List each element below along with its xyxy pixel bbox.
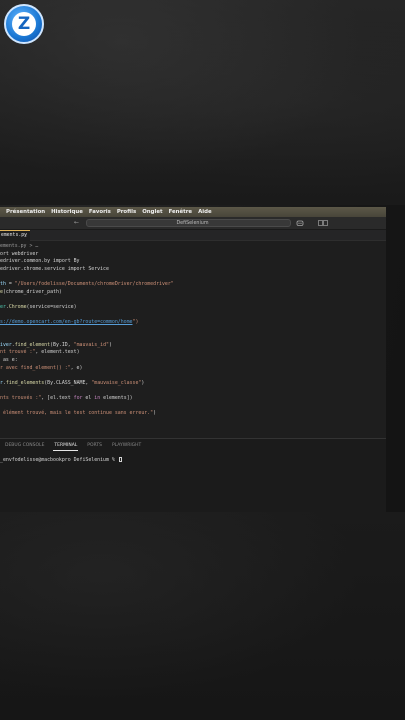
menu-item-presentation[interactable]: Présentation <box>6 209 45 215</box>
bottom-panel: DEBUG CONSOLE TERMINAL PORTS PLAYWRIGHT … <box>0 438 386 512</box>
code-line: ort webdriver <box>0 251 38 258</box>
code-token: edriver.chrome.service import Service <box>0 265 109 272</box>
search-icon <box>168 221 174 236</box>
code-line: s://demo.opencart.com/en-gb?route=common… <box>0 319 138 326</box>
code-line: th = "/Users/fodelisse/Documents/chromeD… <box>0 281 174 288</box>
code-token: find_element <box>14 341 51 348</box>
tab-playwright[interactable]: PLAYWRIGHT <box>107 441 146 451</box>
code-token: ements.py > … <box>0 243 39 249</box>
menu-item-favorites[interactable]: Favoris <box>89 209 111 215</box>
terminal-cursor <box>118 457 122 462</box>
code-token: edriver.common.by import By <box>0 258 80 265</box>
code-token: as e: <box>0 357 18 363</box>
copilot-icon[interactable] <box>296 219 304 227</box>
menu-item-history[interactable]: Historique <box>51 209 83 215</box>
code-line: edriver.common.by import By <box>0 258 80 265</box>
title-bar: ← → DefiSelenium <box>0 217 386 236</box>
code-token: , e) <box>70 364 83 371</box>
code-token: "mauvais_id" <box>73 341 109 348</box>
code-token: Chrome <box>8 303 27 310</box>
code-line: élément trouvé, mais le test continue sa… <box>0 410 156 417</box>
blurred-background-bottom <box>0 512 405 720</box>
close-icon[interactable]: × <box>24 231 27 241</box>
code-line: r avec find_element() :", e) <box>0 365 82 372</box>
logo-letter: Z <box>17 14 31 34</box>
code-line: iver.find_element(By.ID, "mauvais_id") <box>0 342 112 349</box>
code-line: as e: <box>0 357 18 364</box>
panel-tabs: DEBUG CONSOLE TERMINAL PORTS PLAYWRIGHT <box>0 441 146 451</box>
code-line: edriver.chrome.service import Service <box>0 266 109 273</box>
code-line: nts trouvés :", [el.text for el in eleme… <box>0 395 133 402</box>
code-line: er.Chrome(service=service) <box>0 304 77 311</box>
menu-bar: Présentation Historique Favoris Profils … <box>0 207 386 217</box>
code-token: elements]) <box>100 395 133 401</box>
code-line: nt trouvé :", element.text) <box>0 349 80 356</box>
tab-terminal[interactable]: TERMINAL <box>49 441 82 451</box>
blurred-background-top <box>0 0 405 205</box>
code-line: r.find_elements(By.CLASS_NAME, "mauvaise… <box>0 380 144 387</box>
menu-item-window[interactable]: Fenêtre <box>169 209 193 215</box>
tab-debug-console[interactable]: DEBUG CONSOLE <box>0 441 49 451</box>
code-token: , element.text) <box>35 349 80 356</box>
code-token: ) <box>108 341 112 348</box>
logo-inner-disc: Z <box>12 12 36 36</box>
code-line: ements.py > … <box>0 243 38 250</box>
code-token: s://demo.opencart.com/en-gb?route=common… <box>0 319 133 325</box>
code-token: "/Users/fodelisse/Documents/chromeDriver… <box>14 281 174 287</box>
code-token: iver <box>0 341 12 348</box>
code-token: , [el.text <box>41 395 74 401</box>
code-line: e(chrome_driver_path) <box>0 289 62 296</box>
menu-item-profiles[interactable]: Profils <box>117 209 136 215</box>
vscode-window: Présentation Historique Favoris Profils … <box>0 207 386 512</box>
code-token: (By.CLASS_NAME, <box>44 379 92 386</box>
code-token: ) <box>153 410 157 417</box>
tab-elements-py[interactable]: ements.py × <box>0 230 30 241</box>
code-token: r avec find_element() :" <box>0 364 71 371</box>
code-token: el <box>82 395 95 401</box>
code-token: (By.ID, <box>50 341 74 348</box>
code-editor[interactable]: ements.py > … ort webdriver edriver.common… <box>0 242 386 438</box>
code-token: ort webdriver <box>0 250 39 257</box>
code-token: élément trouvé, mais le test continue sa… <box>0 410 154 417</box>
code-token: (chrome_driver_path) <box>2 288 62 295</box>
code-token: ) <box>141 379 145 386</box>
code-token: (service=service) <box>26 303 77 310</box>
tab-ports[interactable]: PORTS <box>82 441 107 451</box>
code-token: "mauvaise_classe" <box>91 379 142 386</box>
code-token: find_elements <box>5 379 45 386</box>
menu-item-help[interactable]: Aide <box>198 209 212 215</box>
terminal-prompt-text: _envfodelisse@macbookpro DefiSelenium % <box>0 457 118 463</box>
command-center-search[interactable]: DefiSelenium <box>86 219 291 236</box>
layout-toggle-icon[interactable] <box>318 220 328 226</box>
menu-item-tab[interactable]: Onglet <box>142 209 162 215</box>
code-token: nt trouvé :" <box>0 349 36 356</box>
terminal-prompt[interactable]: _envfodelisse@macbookpro DefiSelenium % <box>0 457 122 463</box>
code-token: ") <box>132 319 139 325</box>
workspace-name: DefiSelenium <box>176 220 209 226</box>
editor-tab-bar: ements.py × <box>0 230 386 241</box>
code-token: = <box>5 281 15 287</box>
code-token: nts trouvés :" <box>0 395 42 401</box>
channel-logo: Z <box>4 4 44 44</box>
